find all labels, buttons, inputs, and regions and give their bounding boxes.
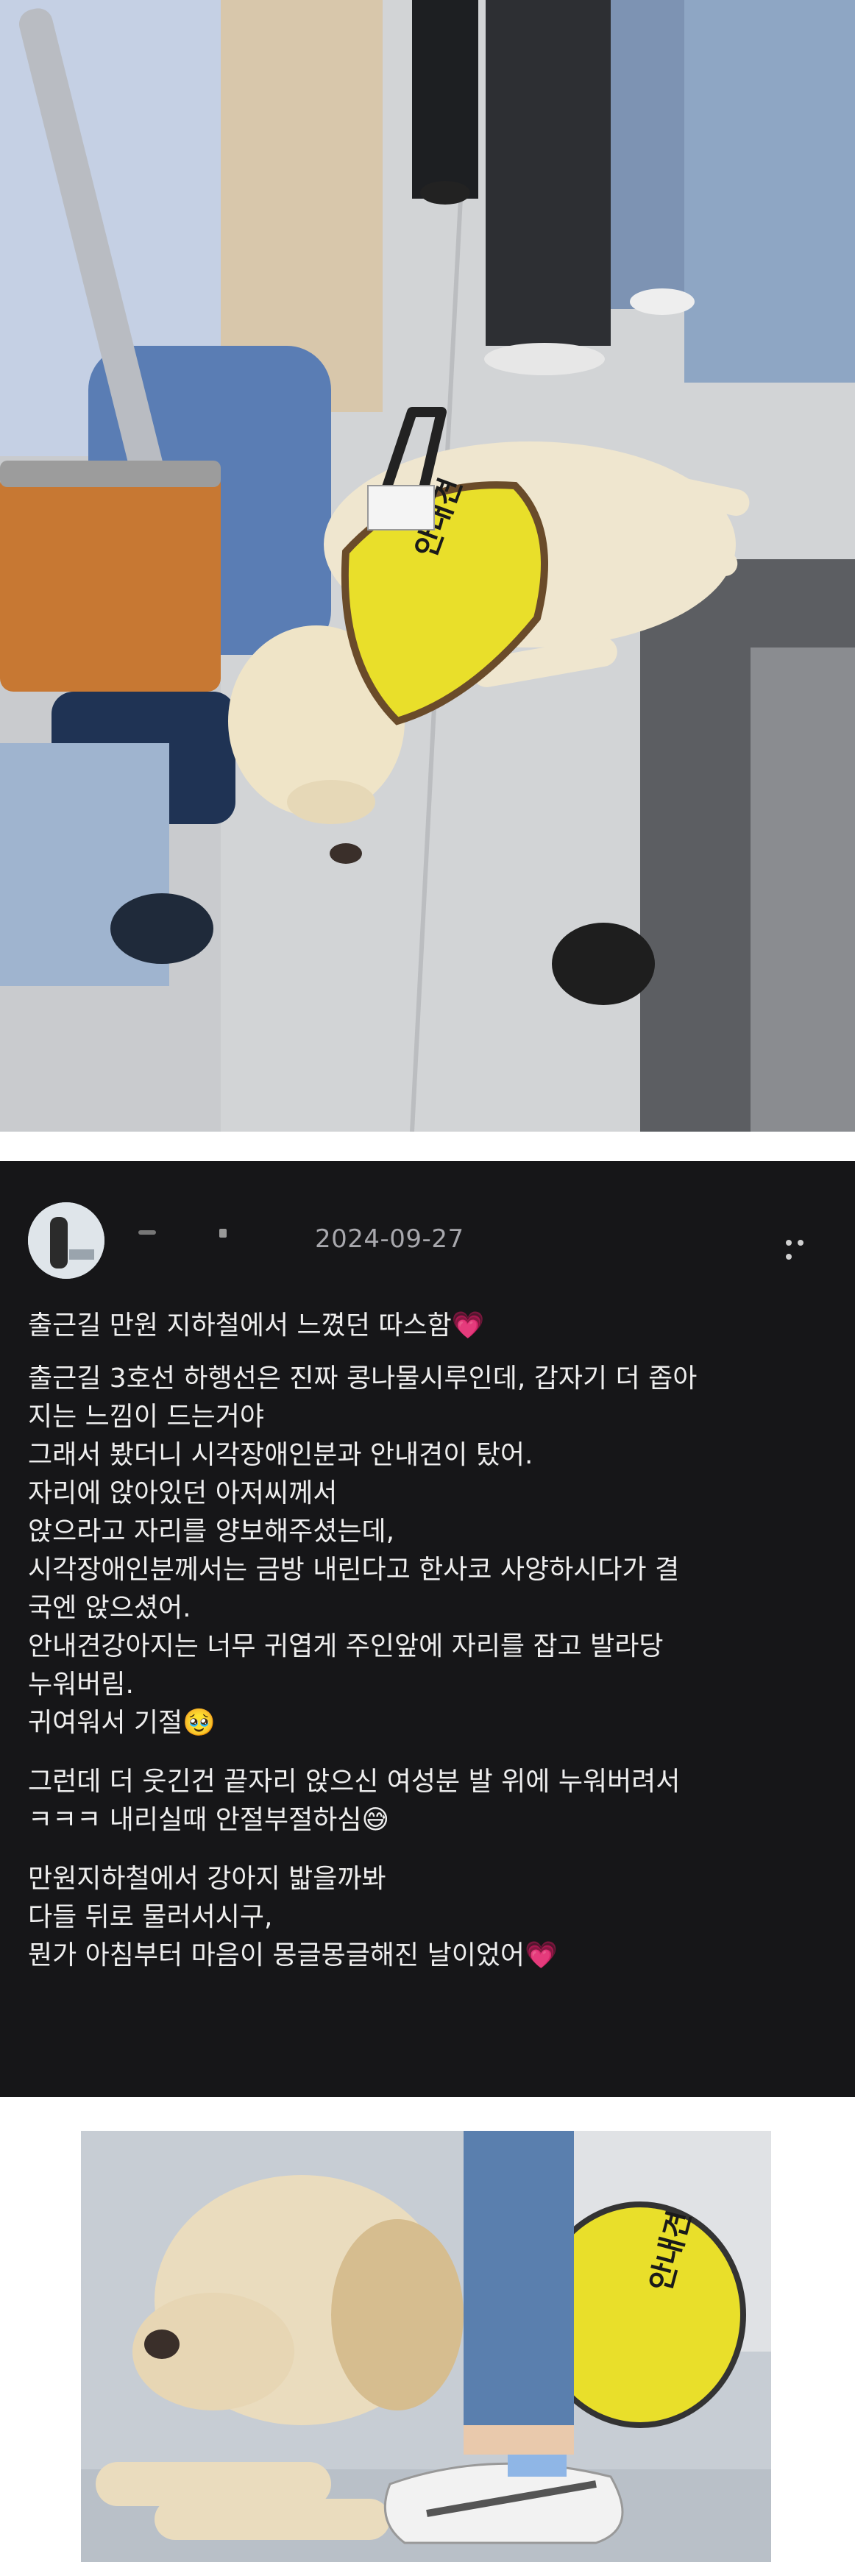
post-body: 출근길 만원 지하철에서 느꼈던 따스함💗 출근길 3호선 하행선은 진짜 콩나… xyxy=(28,1307,830,1975)
avatar[interactable] xyxy=(28,1202,104,1279)
post-header: 2024-09-27 xyxy=(28,1202,827,1283)
post-title: 출근길 만원 지하철에서 느꼈던 따스함💗 xyxy=(28,1310,485,1341)
more-options-icon[interactable] xyxy=(786,1235,820,1260)
post-paragraph-3: 만원지하철에서 강아지 밟을까봐 다들 뒤로 물러서시구, 뭔가 아침부터 마음… xyxy=(28,1864,558,1970)
post-date: 2024-09-27 xyxy=(315,1224,464,1254)
post-paragraph-1: 출근길 3호선 하행선은 진짜 콩나물시루인데, 갑자기 더 좁아 지는 느낌이… xyxy=(28,1363,698,1738)
top-photo: 안내견 xyxy=(0,0,855,1132)
username[interactable] xyxy=(138,1224,300,1246)
bottom-photo: 안내견 xyxy=(81,2131,771,2562)
post-paragraph-2: 그런데 더 웃긴건 끝자리 앉으신 여성분 발 위에 누워버려서 ㅋㅋㅋ 내리실… xyxy=(28,1767,681,1835)
post-card: 2024-09-27 출근길 만원 지하철에서 느꼈던 따스함💗 출근길 3호선… xyxy=(0,1161,855,2097)
